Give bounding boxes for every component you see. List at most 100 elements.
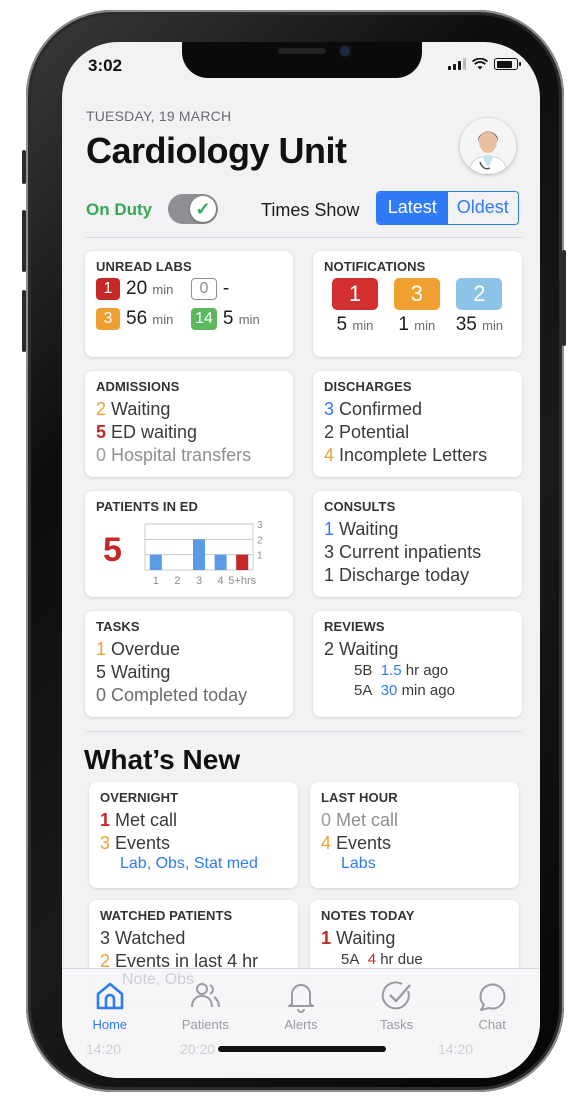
- overnight-card[interactable]: OVERNIGHT 1 Met call 3 Events Lab, Obs, …: [89, 782, 298, 888]
- wifi-icon: [472, 58, 488, 70]
- tab-label: Patients: [181, 1017, 229, 1032]
- lab-count-badge: 0: [191, 278, 217, 300]
- patients-in-ed-card[interactable]: PATIENTS IN ED 5 3 2 1 1 2 3 4 5+hrs: [85, 491, 293, 597]
- tab-label: Home: [92, 1017, 128, 1032]
- mute-switch: [22, 150, 26, 184]
- tab-chat[interactable]: Chat: [452, 979, 532, 1032]
- x-tick-label: 2: [174, 575, 180, 587]
- lab-count-badge: 14: [191, 308, 217, 330]
- lab-time: 5 min: [222, 308, 260, 329]
- on-duty-label: On Duty: [86, 200, 153, 219]
- y-tick-label: 3: [257, 520, 263, 531]
- status-time: 3:02: [88, 56, 123, 75]
- lab-count-badge: 1: [96, 278, 120, 300]
- lab-time: 56 min: [126, 308, 174, 329]
- discharges-line: 3 Confirmed: [324, 399, 423, 419]
- notification-time: 35 min: [455, 314, 504, 335]
- tasks-line: 5 Waiting: [96, 662, 171, 682]
- last-hour-line: 0 Met call: [321, 810, 399, 830]
- front-camera: [340, 46, 350, 56]
- notification-count-badge: 1: [331, 278, 378, 310]
- on-duty-toggle[interactable]: ✓: [168, 194, 218, 224]
- divider: [86, 237, 522, 238]
- tab-label: Tasks: [379, 1017, 414, 1032]
- y-tick-label: 1: [257, 551, 263, 562]
- card-title: CONSULTS: [324, 499, 396, 514]
- admissions-card[interactable]: ADMISSIONS 2 Waiting 5 ED waiting 0 Hosp…: [85, 371, 293, 477]
- last-hour-events-link[interactable]: Labs: [321, 855, 508, 873]
- ghost-text: Note, Obs: [122, 971, 195, 988]
- page-title: Cardiology Unit: [86, 130, 347, 171]
- card-title: LAST HOUR: [321, 790, 398, 805]
- notification-count-badge: 2: [456, 278, 503, 310]
- consults-line: 1 Waiting: [324, 519, 399, 539]
- volume-up-button: [22, 210, 26, 272]
- consults-card[interactable]: CONSULTS 1 Waiting 3 Current inpatients …: [313, 491, 522, 597]
- lab-time: 20 min: [126, 278, 174, 299]
- ghost-time: 20:20: [180, 1041, 216, 1057]
- tab-label: Chat: [478, 1017, 506, 1032]
- home-indicator[interactable]: [218, 1046, 386, 1052]
- chart-bar: [236, 554, 249, 570]
- tab-tasks[interactable]: Tasks: [357, 979, 437, 1032]
- consults-line: 3 Current inpatients: [324, 542, 482, 562]
- card-title: UNREAD LABS: [96, 259, 192, 274]
- segment-latest[interactable]: Latest: [377, 192, 448, 224]
- overnight-line: 1 Met call: [100, 810, 178, 830]
- unread-labs-card[interactable]: UNREAD LABS 1 20 min 0 - 3 56 min 14 5 m…: [85, 251, 293, 357]
- card-title: OVERNIGHT: [100, 790, 179, 805]
- power-button: [562, 250, 566, 346]
- tab-label: Alerts: [284, 1017, 318, 1032]
- doctor-avatar-image: [460, 118, 516, 174]
- ghost-time: 14:20: [86, 1041, 122, 1057]
- check-circle-icon: [381, 981, 411, 1010]
- segment-oldest[interactable]: Oldest: [448, 192, 519, 224]
- ed-total: 5: [103, 531, 122, 569]
- ghost-time: 14:20: [438, 1041, 474, 1057]
- x-tick-label: 5+hrs: [228, 575, 256, 587]
- admissions-line: 0 Hospital transfers: [96, 445, 252, 465]
- overnight-line: 3 Events: [100, 833, 171, 853]
- tab-alerts[interactable]: Alerts: [261, 979, 341, 1032]
- discharges-line: 4 Incomplete Letters: [324, 445, 488, 465]
- divider: [86, 731, 522, 732]
- x-tick-label: 1: [153, 575, 159, 587]
- x-tick-label: 3: [196, 575, 202, 587]
- times-segmented-control: Latest Oldest: [376, 191, 519, 225]
- admissions-line: 2 Waiting: [96, 399, 171, 419]
- card-title: WATCHED PATIENTS: [100, 908, 233, 923]
- section-title: What’s New: [84, 744, 241, 775]
- notification-count-badge: 3: [393, 278, 440, 310]
- review-item: 5B 1.5 hr ago: [354, 662, 449, 679]
- discharges-line: 2 Potential: [324, 422, 410, 442]
- discharges-card[interactable]: DISCHARGES 3 Confirmed 2 Potential 4 Inc…: [313, 371, 522, 477]
- status-icons: [448, 58, 521, 70]
- battery-icon: [494, 58, 521, 70]
- reviews-card[interactable]: REVIEWS 2 Waiting 5B 1.5 hr ago 5A 30 mi…: [313, 611, 522, 717]
- last-hour-line: 4 Events: [321, 833, 392, 853]
- notification-group: 2 35 min: [456, 278, 503, 336]
- lab-time: -: [222, 278, 230, 299]
- lab-count-badge: 3: [96, 308, 120, 330]
- notch: [182, 42, 422, 78]
- checkmark-icon: ✓: [190, 196, 216, 222]
- notification-group: 3 1 min: [393, 278, 440, 336]
- notification-time: 1 min: [398, 314, 436, 335]
- chart-bar: [149, 554, 162, 570]
- notifications-card[interactable]: NOTIFICATIONS 1 5 min 3 1 min 2 35 min: [313, 251, 522, 357]
- speaker: [278, 48, 326, 54]
- consults-line: 1 Discharge today: [324, 565, 470, 585]
- avatar[interactable]: [460, 118, 516, 174]
- last-hour-card[interactable]: LAST HOUR 0 Met call 4 Events Labs: [310, 782, 519, 888]
- overnight-events-link[interactable]: Lab, Obs, Stat med: [100, 855, 287, 873]
- tasks-line: 0 Completed today: [96, 685, 248, 705]
- card-title: NOTES TODAY: [321, 908, 415, 923]
- notification-group: 1 5 min: [331, 278, 378, 336]
- screen: 3:02 TUESDAY, 19 MARCH Cardiology Unit O…: [62, 42, 540, 1078]
- tasks-card[interactable]: TASKS 1 Overdue 5 Waiting 0 Completed to…: [85, 611, 293, 717]
- notes-line: 1 Waiting: [321, 928, 396, 948]
- tasks-line: 1 Overdue: [96, 639, 181, 659]
- chart-bar: [193, 539, 205, 570]
- signal-icon: [448, 58, 466, 70]
- volume-down-button: [22, 290, 26, 352]
